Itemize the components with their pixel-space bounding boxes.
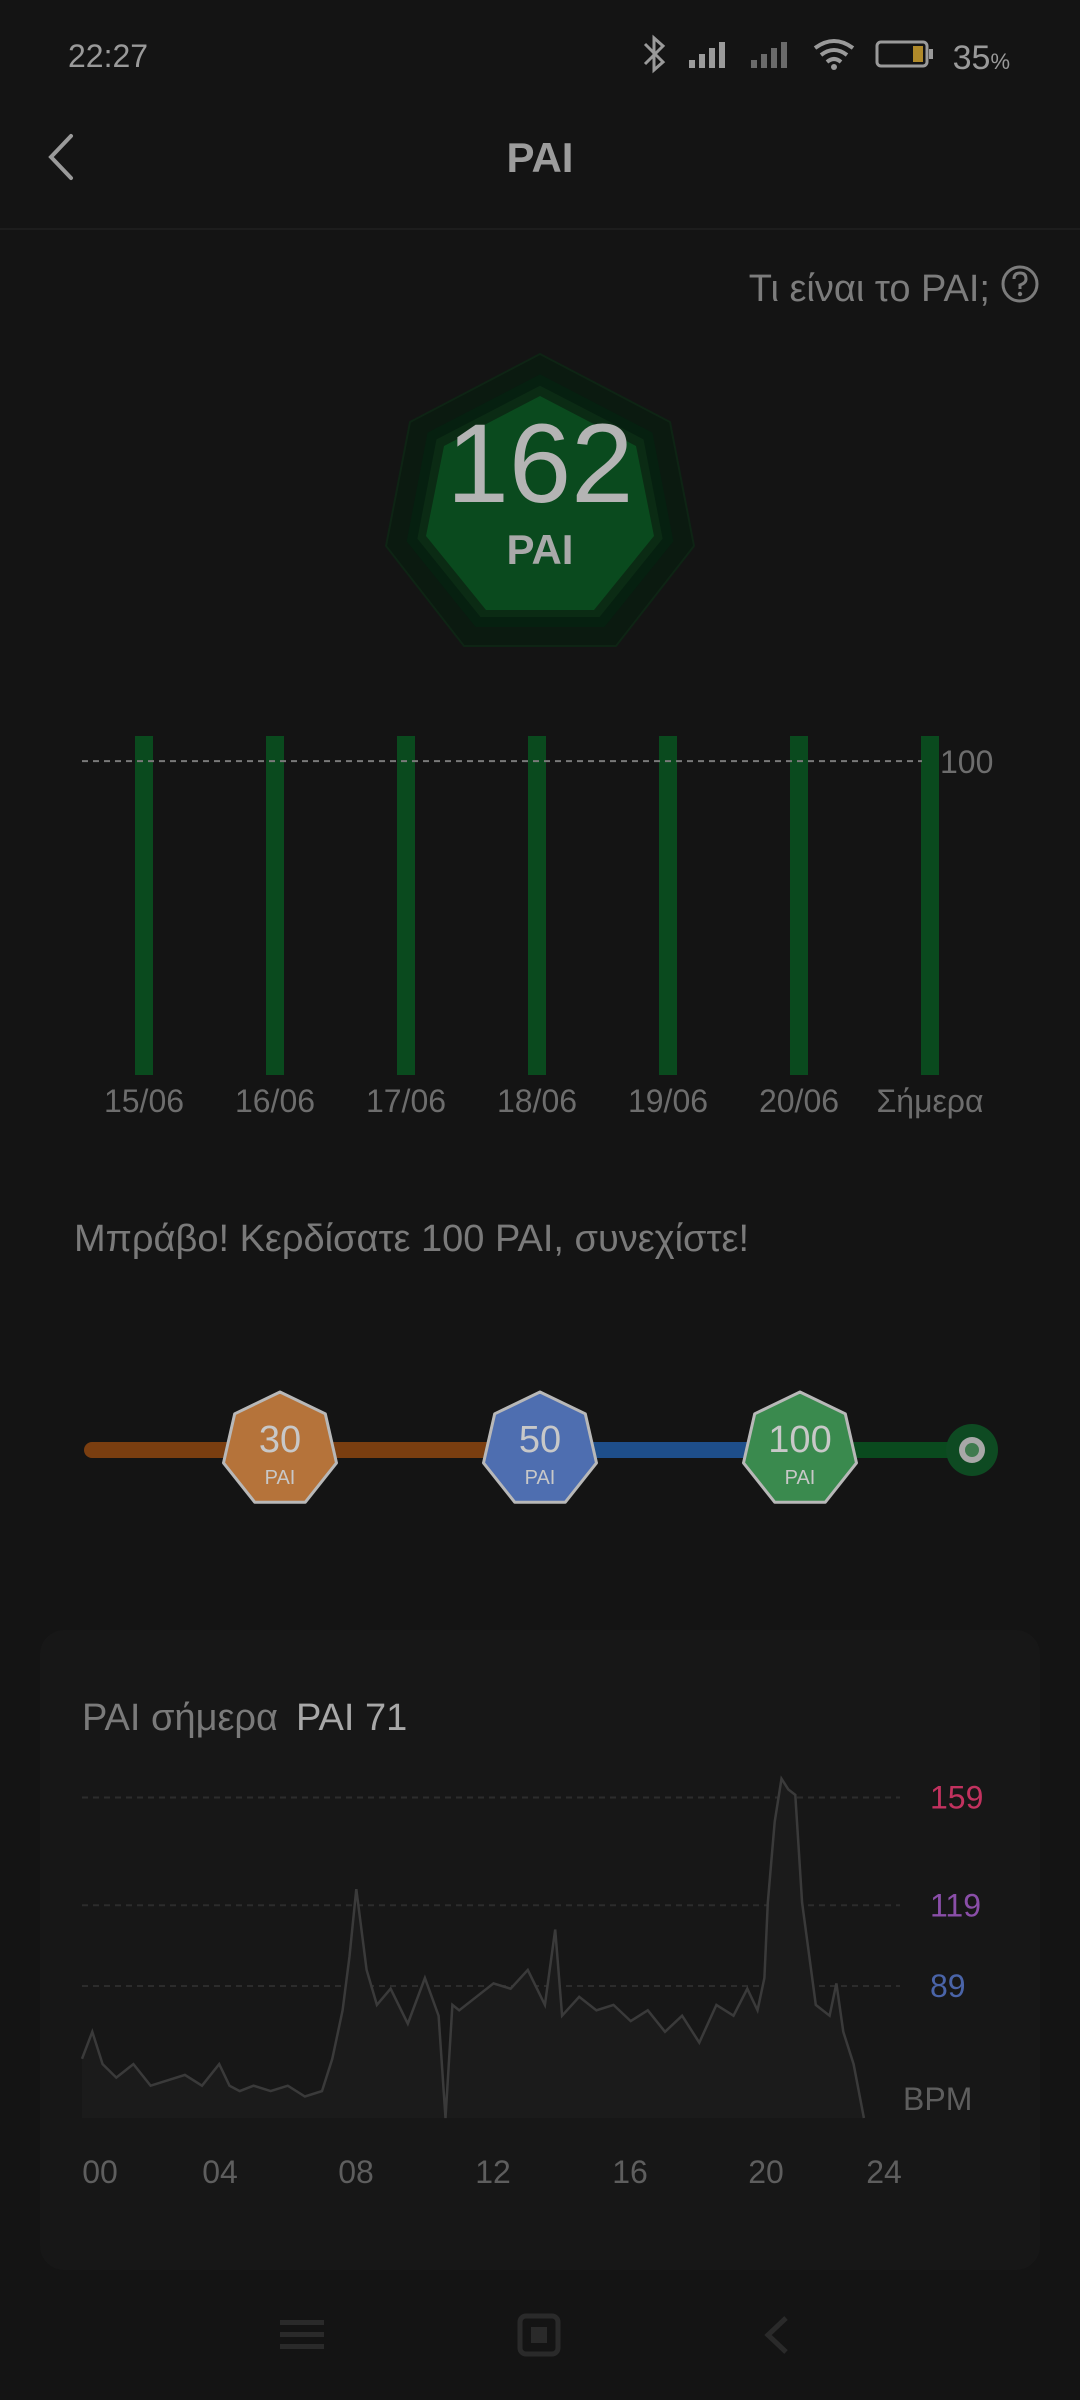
- status-icons: 35%: [641, 34, 1010, 83]
- weekly-bar: [135, 736, 153, 1075]
- threshold-label: 119: [930, 1887, 981, 1923]
- heart-rate-area: [82, 1778, 864, 2118]
- page-title: PAI: [506, 134, 574, 181]
- weekly-day-label: 18/06: [497, 1083, 577, 1119]
- weekly-pai-chart: 100 15/06 16/06 17/06 18/06 19/06 20/06 Σήμερα: [82, 736, 993, 1119]
- weekly-bar: [659, 736, 677, 1075]
- pai-score-value: 162: [446, 401, 634, 526]
- level-unit: PAI: [265, 1467, 296, 1489]
- header-divider: [0, 228, 1080, 230]
- weekly-day-label: 17/06: [366, 1083, 446, 1119]
- x-tick-label: 12: [475, 2154, 511, 2190]
- pai-score-unit: PAI: [506, 526, 574, 573]
- weekly-day-label: 15/06: [104, 1083, 184, 1119]
- x-tick-label: 08: [338, 2154, 374, 2190]
- threshold-label: 159: [930, 1780, 983, 1816]
- help-circle-icon: [1000, 264, 1040, 314]
- signal-2-icon: [749, 36, 793, 81]
- weekly-day-label: 16/06: [235, 1083, 315, 1119]
- x-tick-label: 16: [612, 2154, 648, 2190]
- x-tick-label: 24: [866, 2154, 902, 2190]
- level-unit: PAI: [785, 1467, 816, 1489]
- x-tick-label: 20: [748, 2154, 784, 2190]
- what-is-pai-label: Τι είναι το PAI;: [748, 267, 990, 310]
- back-nav-icon[interactable]: [764, 2316, 788, 2354]
- x-tick-label: 04: [202, 2154, 238, 2190]
- weekly-day-label: 19/06: [628, 1083, 708, 1119]
- weekly-bar: [528, 736, 546, 1075]
- signal-icon: [687, 36, 731, 81]
- system-nav-bar: [280, 2313, 788, 2357]
- congrats-message: Μπράβο! Κερδίσατε 100 PAI, συνεχίστε!: [74, 1218, 750, 1260]
- weekly-bar: [921, 736, 939, 1075]
- what-is-pai-link[interactable]: Τι είναι το PAI;: [749, 264, 1040, 314]
- level-value: 30: [259, 1419, 301, 1461]
- battery-percent: 35%: [952, 39, 1010, 77]
- weekly-day-label: Σήμερα: [877, 1083, 984, 1119]
- level-value: 50: [519, 1419, 561, 1461]
- weekly-bar: [790, 736, 808, 1075]
- x-tick-label: 00: [82, 2154, 118, 2190]
- heart-rate-chart: 159 119 89 BPM 00 04 08 12 16 20 24: [80, 1775, 983, 2190]
- wifi-icon: [811, 36, 857, 81]
- pai-level-track: 30 PAI 50 PAI 100 PAI: [84, 1390, 998, 1504]
- battery-icon: [875, 39, 935, 78]
- reference-label: 100: [940, 744, 993, 780]
- status-time: 22:27: [68, 38, 149, 74]
- weekly-bar: [266, 736, 284, 1075]
- threshold-label: 89: [930, 1968, 966, 2004]
- menu-icon[interactable]: [280, 2320, 324, 2349]
- y-axis-label: BPM: [903, 2081, 972, 2117]
- weekly-day-label: 20/06: [759, 1083, 839, 1119]
- level-unit: PAI: [525, 1467, 556, 1489]
- bluetooth-icon: [641, 34, 669, 83]
- level-value: 100: [768, 1419, 831, 1461]
- home-icon[interactable]: [517, 2313, 561, 2357]
- weekly-bar: [397, 736, 415, 1075]
